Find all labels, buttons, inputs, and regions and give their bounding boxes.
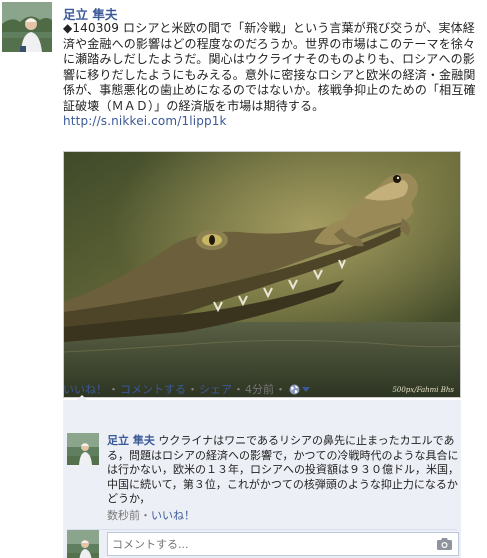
reply-composer: [67, 530, 459, 558]
commenter-avatar[interactable]: [67, 433, 99, 465]
current-user-avatar: [67, 530, 99, 558]
post-body: ◆140309 ロシアと米欧の間で「新冷戦」という言葉が飛び交うが、実体経済や金…: [63, 21, 481, 130]
separator: ・: [140, 509, 151, 522]
post-timestamp[interactable]: 4分前: [245, 381, 274, 397]
comment-body: 足立 隼夫 ウクライナはワニであるリシアの鼻先に止まったカエルである，問題はロシ…: [107, 434, 459, 507]
photo-credit: 500px/Fahmi Bhs: [392, 386, 454, 394]
separator: ・: [275, 383, 286, 396]
post-message: ◆140309 ロシアと米欧の間で「新冷戦」という言葉が飛び交うが、実体経済や金…: [63, 21, 476, 113]
share-link[interactable]: シェア: [199, 381, 232, 397]
author-avatar[interactable]: [2, 2, 52, 52]
comment-timestamp[interactable]: 数秒前: [107, 509, 140, 522]
comment-section: 足立 隼夫 ウクライナはワニであるリシアの鼻先に止まったカエルである，問題はロシ…: [63, 400, 461, 558]
separator: ・: [108, 383, 119, 396]
separator: ・: [233, 383, 244, 396]
comment-like-link[interactable]: いいね！: [151, 509, 195, 522]
globe-icon[interactable]: [289, 384, 300, 395]
comment-meta: 数秒前・いいね！: [107, 507, 195, 523]
feed-post: 足立 隼夫 ◆140309 ロシアと米欧の間で「新冷戦」という言葉が飛び交うが、…: [0, 0, 487, 558]
comment-link[interactable]: コメントする: [120, 381, 186, 397]
comment-author-name[interactable]: 足立 隼夫: [107, 434, 155, 447]
comment-text: ウクライナはワニであるリシアの鼻先に止まったカエルである，問題はロシアの経済への…: [107, 434, 459, 505]
separator: ・: [187, 383, 198, 396]
post-link[interactable]: http://s.nikkei.com/1lipp1k: [63, 114, 227, 128]
post-action-bar: いいね！ ・ コメントする ・ シェア ・ 4分前 ・: [63, 381, 310, 397]
camera-icon[interactable]: [437, 538, 452, 550]
chevron-down-icon[interactable]: [302, 386, 310, 392]
post-photo[interactable]: 500px/Fahmi Bhs: [63, 151, 461, 398]
comment-input[interactable]: [112, 538, 422, 551]
comment-input-box[interactable]: [107, 532, 459, 556]
